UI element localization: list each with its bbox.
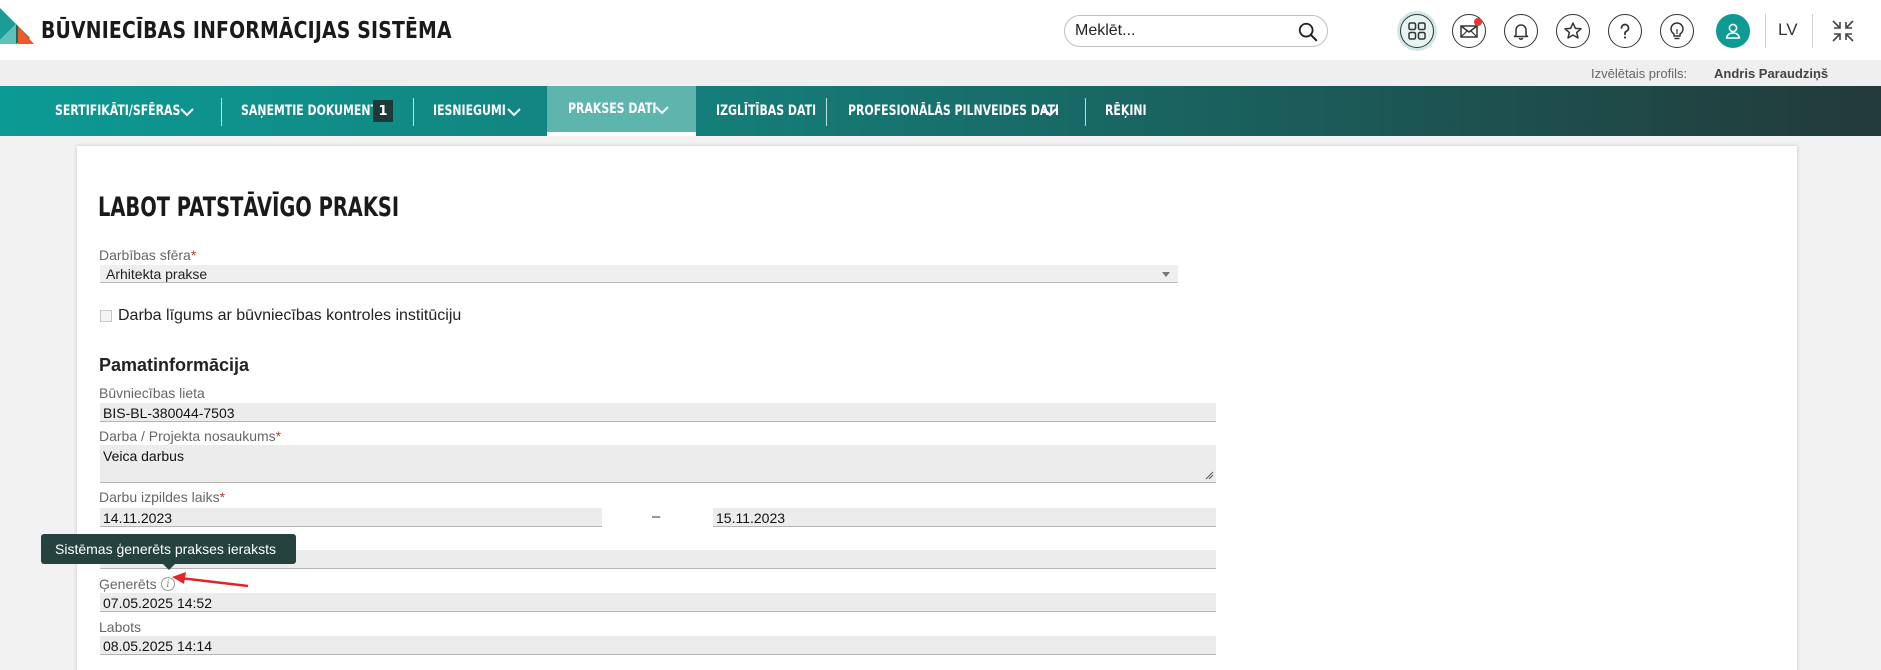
project-name-value: Veica darbus (103, 448, 184, 464)
messages-button[interactable] (1452, 14, 1486, 48)
profile-label: Izvēlētais profils: (1591, 66, 1688, 81)
period-label: Darbu izpildes laiks* (99, 489, 226, 505)
annotation-arrow-icon (172, 572, 249, 588)
page-title: LABOT PATSTĀVĪGO PRAKSI (98, 192, 400, 223)
sphere-select[interactable]: Arhitekta prakse (100, 265, 1178, 283)
lightbulb-icon (1670, 22, 1684, 40)
nav-item-practice-data[interactable]: PRAKSES DATI (547, 86, 696, 136)
main-navigation: SERTIFIKĀTI/SFĒRAS SAŅEMTIE DOKUMENTI 1 … (0, 86, 1881, 136)
received-documents-count-badge: 1 (373, 100, 393, 122)
bis-logo-icon[interactable] (0, 4, 38, 48)
chevron-down-icon (655, 106, 669, 115)
nav-divider (221, 98, 222, 126)
generated-field: 07.05.2025 14:52 (100, 593, 1216, 612)
profile-name[interactable]: Andris Paraudziņš (1714, 66, 1828, 81)
info-tooltip: Sistēmas ģenerēts prakses ieraksts (41, 534, 296, 564)
bell-icon (1513, 24, 1529, 40)
case-label: Būvniecības lieta (99, 385, 205, 401)
nav-item-label: PROFESIONĀLĀS PILNVEIDES DATI (848, 103, 1060, 119)
ideas-button[interactable] (1660, 14, 1694, 48)
contract-checkbox[interactable] (100, 310, 112, 322)
star-icon (1564, 22, 1582, 39)
nav-item-education-data[interactable]: IZGLĪTĪBAS DATI (716, 86, 816, 136)
sphere-label: Darbības sfēra* (99, 247, 197, 263)
generated-label: Ģenerēts (99, 576, 157, 592)
search-box[interactable] (1064, 15, 1328, 47)
nav-divider (826, 98, 827, 126)
nav-item-label: RĒĶINI (1105, 103, 1147, 119)
nav-item-submissions[interactable]: IESNIEGUMI (433, 86, 533, 136)
search-input[interactable] (1075, 21, 1285, 41)
unread-indicator (1474, 18, 1482, 26)
chevron-down-icon (180, 108, 194, 117)
project-name-textarea[interactable]: Veica darbus (100, 445, 1216, 483)
user-icon (1725, 23, 1741, 39)
apps-grid-button[interactable] (1400, 14, 1434, 48)
header-divider (1765, 14, 1766, 48)
chevron-down-icon (507, 108, 521, 117)
nav-divider (1085, 98, 1086, 126)
nav-item-label: SAŅEMTIE DOKUMENTI (241, 103, 383, 119)
favorites-button[interactable] (1556, 14, 1590, 48)
section-title-basic-info: Pamatinformācija (99, 355, 250, 375)
help-button[interactable] (1608, 14, 1642, 48)
edited-field: 08.05.2025 14:14 (100, 636, 1216, 655)
nav-item-label: PRAKSES DATI (568, 101, 657, 117)
nav-item-certificates[interactable]: SERTIFIKĀTI/SFĒRAS (55, 86, 205, 136)
period-to-field[interactable]: 15.11.2023 (713, 508, 1216, 527)
period-separator: – (652, 508, 661, 525)
period-from-field[interactable]: 14.11.2023 (100, 508, 602, 527)
question-icon (1620, 23, 1630, 39)
chevron-down-icon (1043, 108, 1057, 117)
sphere-selected-value: Arhitekta prakse (106, 266, 208, 282)
nav-item-label: SERTIFIKĀTI/SFĒRAS (55, 103, 181, 119)
project-name-label: Darba / Projekta nosaukums* (99, 428, 282, 444)
contract-checkbox-label[interactable]: Darba līgums ar būvniecības kontroles in… (118, 307, 461, 325)
user-profile-button[interactable] (1716, 14, 1750, 48)
nav-item-label: IZGLĪTĪBAS DATI (716, 103, 817, 119)
notifications-button[interactable] (1504, 14, 1538, 48)
header-divider (1812, 14, 1813, 48)
search-icon[interactable] (1297, 21, 1319, 43)
nav-item-invoices[interactable]: RĒĶINI (1105, 86, 1165, 136)
nav-item-label: IESNIEGUMI (433, 103, 506, 119)
nav-divider (413, 98, 414, 126)
nav-item-professional-development[interactable]: PROFESIONĀLĀS PILNVEIDES DATI (848, 86, 1068, 136)
language-switcher[interactable]: LV (1778, 20, 1798, 40)
edited-label: Labots (99, 619, 142, 635)
brand-title[interactable]: BŪVNIECĪBAS INFORMĀCIJAS SISTĒMA (41, 18, 452, 44)
resize-handle-icon[interactable] (1204, 470, 1214, 480)
collapse-icon[interactable] (1830, 18, 1856, 44)
top-header: BŪVNIECĪBAS INFORMĀCIJAS SISTĒMA Meklēt.… (0, 0, 1881, 60)
case-field[interactable]: BIS-BL-380044-7503 (100, 403, 1216, 422)
profile-bar: Izvēlētais profils: Andris Paraudziņš (0, 60, 1881, 86)
dropdown-caret-icon (1162, 272, 1170, 277)
grid-icon (1408, 22, 1426, 40)
tooltip-pointer (163, 564, 175, 570)
